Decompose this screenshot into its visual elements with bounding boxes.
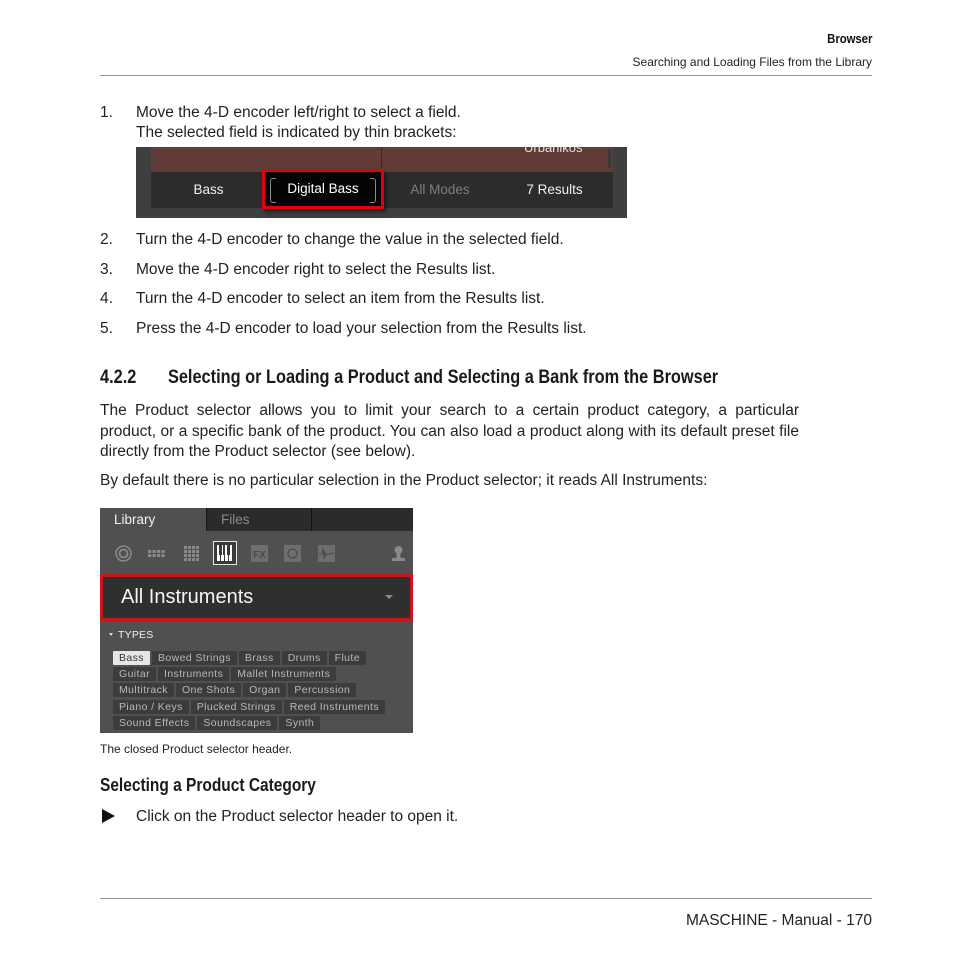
type-tag[interactable]: Percussion [288,683,357,697]
types-section-header[interactable]: TYPES [109,629,153,641]
product-selector-header[interactable]: All Instruments [100,574,413,621]
effect-icon[interactable]: FX [251,545,268,562]
field-subtype-label: Digital Bass [287,181,359,196]
type-tags-row: Multitrack One Shots Organ Percussion [113,683,358,697]
type-tag[interactable]: Bass [113,651,150,665]
type-tag[interactable]: Piano / Keys [113,700,189,714]
bullet-text: Click on the Product selector header to … [136,808,459,825]
section-number: 4.2.2 [100,367,137,388]
type-tag[interactable]: Organ [243,683,287,697]
collapse-triangle-icon [109,632,113,636]
loop-icon[interactable] [284,545,301,562]
step-number: 3. [100,261,113,278]
type-tags-row: Guitar Instruments Mallet Instruments [113,667,338,681]
section-heading: 4.2.2 Selecting or Loading a Product and … [100,367,718,389]
step-number: 1. [100,104,113,121]
group-icon[interactable] [148,545,165,562]
sound-icon[interactable] [183,545,200,562]
header-divider [100,75,872,76]
action-arrow-icon [102,809,115,823]
all-files-icon[interactable] [115,545,132,562]
step-number: 2. [100,231,113,248]
field-results[interactable]: 7 Results [496,172,613,208]
subsection-heading: Selecting a Product Category [100,775,316,795]
field-mode[interactable]: All Modes [384,172,496,208]
page-footer: MASCHINE - Manual - 170 [685,912,872,929]
product-selector-screenshot: Library Files FX All Instruments TYPES B… [100,508,413,733]
browser-tabs: Library Files [100,508,413,531]
field-subtype-selected[interactable]: Digital Bass [262,169,384,209]
footer-divider [100,898,872,899]
type-tag[interactable]: Mallet Instruments [231,667,337,681]
svg-text:FX: FX [253,550,266,561]
type-tag[interactable]: Guitar [113,667,156,681]
step-number: 4. [100,290,113,307]
type-tag[interactable]: Brass [238,651,280,665]
types-label: TYPES [118,629,154,641]
step-text: Move the 4-D encoder left/right to selec… [136,104,461,121]
type-tag[interactable]: Synth [279,716,321,730]
instrument-icon[interactable] [213,541,237,565]
step-text: Move the 4-D encoder right to select the… [136,261,496,278]
type-tag[interactable]: Drums [281,651,327,665]
running-header-section: Browser [826,31,872,46]
step-text: Turn the 4-D encoder to select an item f… [136,290,545,307]
section-title: Selecting or Loading a Product and Selec… [167,367,719,388]
step-text: The selected field is indicated by thin … [136,124,457,141]
step-number: 5. [100,320,113,337]
type-tag[interactable]: Sound Effects [113,716,196,730]
result-item-text: Urbanikos [524,147,583,155]
user-icon[interactable] [390,545,407,562]
tab-library[interactable]: Library [100,508,206,531]
paragraph-intro: The Product selector allows you to limit… [100,402,799,460]
paragraph-default: By default there is no particular select… [100,472,708,489]
step-text: Press the 4-D encoder to load your selec… [136,320,587,337]
type-tags-row: Sound Effects Soundscapes Synth [113,716,322,730]
type-tag[interactable]: Reed Instruments [283,700,385,714]
type-tag[interactable]: Plucked Strings [190,700,282,714]
step-text: Turn the 4-D encoder to change the value… [136,231,564,248]
tab-files[interactable]: Files [206,508,312,531]
type-tag[interactable]: Instruments [158,667,230,681]
field-type[interactable]: Bass [151,172,266,208]
running-header-subsection: Searching and Loading Files from the Lib… [632,55,872,69]
sample-icon[interactable] [318,545,335,562]
type-tag[interactable]: Bowed Strings [151,651,237,665]
dropdown-arrow-icon [385,595,393,599]
type-tags-row: Bass Bowed Strings Brass Drums Flute [113,651,368,665]
product-selector-label: All Instruments [121,586,254,608]
figure-caption: The closed Product selector header. [100,742,293,756]
scrollbar [608,150,611,168]
type-tag[interactable]: Flute [328,651,366,665]
field-selector-screenshot: Urbanikos Bass Digital Bass All Modes 7 … [136,147,627,218]
type-tag[interactable]: One Shots [175,683,242,697]
type-tags-row: Piano / Keys Plucked Strings Reed Instrume… [113,700,387,714]
type-tag[interactable]: Multitrack [113,683,174,697]
type-tag[interactable]: Soundscapes [197,716,278,730]
